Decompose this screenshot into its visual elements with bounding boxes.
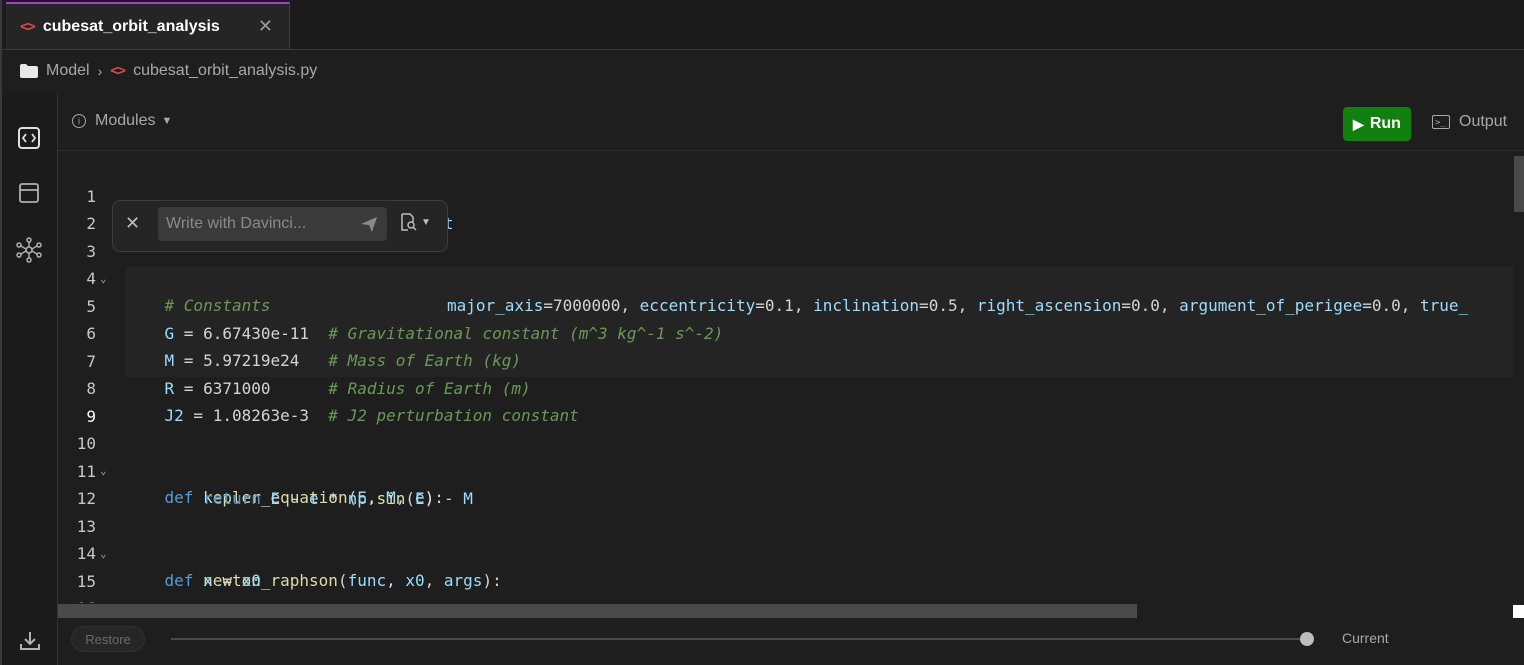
tab-title: cubesat_orbit_analysis	[42, 17, 220, 35]
editor-toolbar: i Modules ▼ ▶ Run >_ Output	[58, 94, 1524, 151]
vertical-scrollbar[interactable]	[1514, 156, 1524, 212]
line-number: 16	[58, 595, 96, 603]
folder-icon	[20, 64, 38, 78]
close-icon[interactable]: ✕	[125, 213, 140, 234]
run-label: Run	[1369, 115, 1401, 132]
current-label: Current	[1342, 630, 1389, 646]
breadcrumb-folder[interactable]: Model	[46, 62, 90, 80]
code-line: 5 G = 6.67430e-11 # Gravitational consta…	[58, 266, 1513, 343]
document-search-icon	[401, 213, 417, 231]
code-line: 14 x = x0	[58, 513, 1513, 590]
window-icon[interactable]	[16, 180, 42, 206]
output-label: Output	[1459, 113, 1508, 130]
code-line: 8 J2 = 1.08263e-3 # J2 perturbation cons…	[58, 348, 1513, 425]
breadcrumb-file[interactable]: cubesat_orbit_analysis.py	[133, 62, 317, 80]
code-line: 9	[58, 376, 1513, 426]
code-line: 11 return E - e * np.sin(E) - M	[58, 431, 1513, 508]
code-editor-icon[interactable]	[16, 125, 42, 151]
network-icon[interactable]	[16, 237, 42, 263]
timeline-slider-thumb[interactable]	[1300, 632, 1314, 646]
info-icon: i	[72, 114, 86, 128]
davinci-popup: ✕ ▼	[112, 200, 448, 252]
run-button[interactable]: ▶ Run	[1343, 107, 1411, 141]
scrollbar-corner	[1513, 605, 1524, 618]
code-line: 1 from scipy.integrate import odeint	[58, 156, 1513, 233]
code-icon: <>	[20, 18, 36, 35]
activity-bar	[2, 94, 58, 665]
tab-cubesat-orbit-analysis[interactable]: <> cubesat_orbit_analysis ✕	[6, 2, 290, 49]
caret-down-icon: ▼	[421, 216, 431, 228]
modules-dropdown[interactable]: i Modules ▼	[72, 112, 172, 130]
play-icon: ▶	[1353, 115, 1364, 132]
code-line: 12	[58, 458, 1513, 508]
modules-label: Modules	[95, 112, 156, 129]
horizontal-scrollbar[interactable]	[58, 604, 1137, 618]
breadcrumb: Model › <> cubesat_orbit_analysis.py	[20, 58, 317, 84]
download-icon[interactable]	[18, 629, 42, 653]
caret-down-icon: ▼	[161, 115, 173, 127]
close-icon[interactable]: ✕	[258, 16, 273, 36]
output-button[interactable]: >_ Output	[1432, 113, 1507, 131]
timeline-track[interactable]	[171, 638, 1307, 640]
chevron-right-icon: ›	[97, 63, 103, 79]
code-icon: <>	[110, 63, 126, 79]
restore-button[interactable]: Restore	[71, 626, 145, 652]
history-timeline: Restore Current	[58, 618, 1524, 665]
code-line: 7 R = 6371000 # Radius of Earth (m)	[58, 321, 1513, 398]
app-window: <> cubesat_orbit_analysis ✕ Model › <> c…	[0, 0, 1524, 665]
send-icon[interactable]	[359, 214, 379, 234]
code-line: 10 ⌄ def kepler_equation(E, M, e):	[58, 403, 1513, 507]
code-line: 13 ⌄ def newton_raphson(func, x0, args):	[58, 486, 1513, 590]
tab-bar: <> cubesat_orbit_analysis ✕	[2, 0, 1524, 50]
code-line: 15 ⌄ for _ in range(100):	[58, 541, 1513, 603]
davinci-input[interactable]	[158, 207, 387, 241]
code-line: 6 M = 5.97219e24 # Mass of Earth (kg)	[58, 293, 1513, 370]
context-dropdown[interactable]: ▼	[399, 213, 431, 231]
code-line: 16 fx = func(x, *args)	[58, 568, 1513, 603]
terminal-icon: >_	[1432, 115, 1450, 129]
